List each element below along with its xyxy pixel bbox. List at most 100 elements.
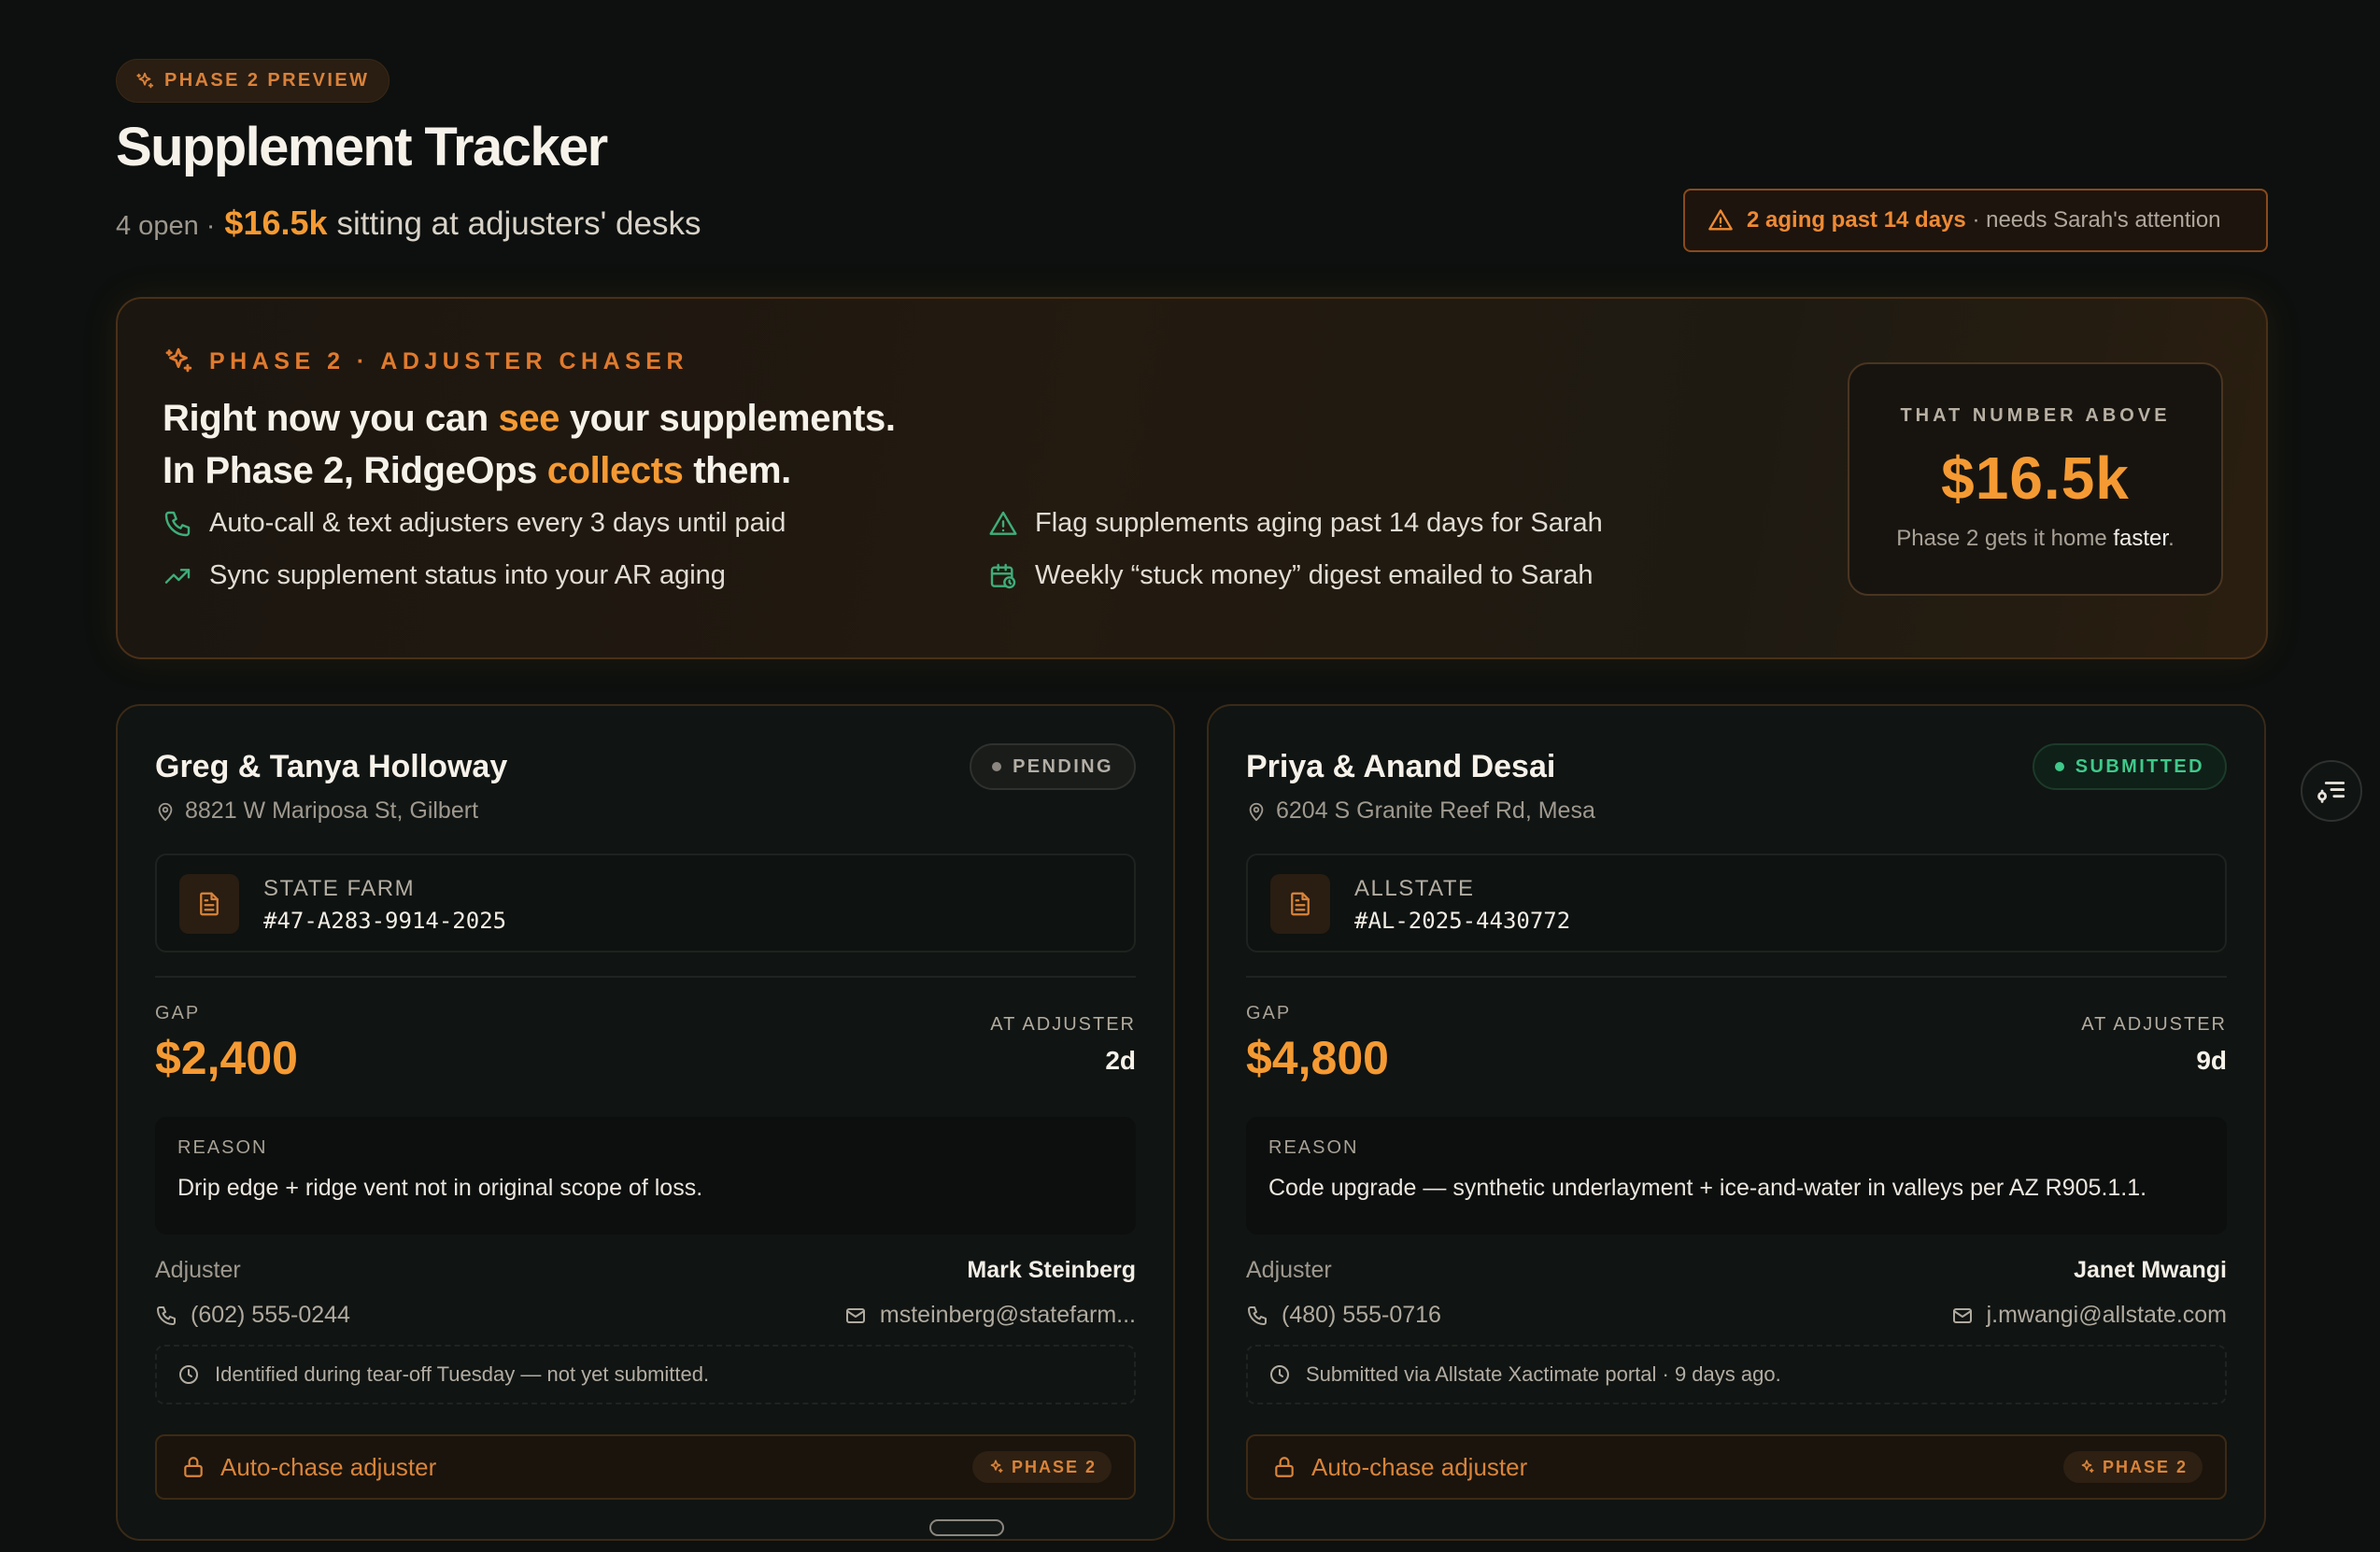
phase-preview-badge: PHASE 2 PREVIEW: [116, 59, 390, 103]
headline-text: your supplements.: [560, 398, 896, 439]
carrier-name: ALLSTATE: [1354, 876, 1475, 901]
hero-callout: THAT NUMBER ABOVE $16.5k Phase 2 gets it…: [1848, 362, 2223, 596]
adjuster-label: Adjuster: [1246, 1257, 1332, 1283]
open-count: 4 open ·: [116, 211, 216, 241]
filter-settings-icon: [2317, 782, 2345, 803]
adjuster-email[interactable]: msteinberg@statefarm...: [844, 1302, 1136, 1329]
status-note-text: Identified during tear-off Tuesday — not…: [215, 1362, 710, 1386]
phase-2-tag: PHASE 2: [971, 1451, 1112, 1483]
adjuster-phone[interactable]: (480) 555-0716: [1246, 1302, 1441, 1329]
document-icon: [200, 892, 219, 916]
callout-note-text: Phase 2 gets it home: [1896, 526, 2114, 551]
property-address: 8821 W Mariposa St, Gilbert: [155, 797, 478, 825]
headline-text: In Phase 2, RidgeOps: [163, 450, 547, 491]
feature-label: Flag supplements aging past 14 days for …: [1035, 508, 1603, 538]
status-label: SUBMITTED: [2075, 755, 2204, 777]
status-note: Submitted via Allstate Xactimate portal …: [1246, 1345, 2227, 1404]
scroll-handle[interactable]: [929, 1519, 1004, 1536]
status-dot: [992, 762, 1002, 771]
callout-label: THAT NUMBER ABOVE: [1900, 405, 2171, 426]
supplement-card[interactable]: Greg & Tanya Holloway 8821 W Mariposa St…: [116, 704, 1175, 1541]
address-text: 6204 S Granite Reef Rd, Mesa: [1276, 797, 1595, 824]
headline-line-2: In Phase 2, RidgeOps collects them.: [163, 444, 896, 497]
aging-alert-rest: · needs Sarah's attention: [1972, 207, 2221, 233]
gap-label: GAP: [155, 1003, 201, 1023]
trending-up-icon: [164, 568, 191, 584]
days-at-adjuster: 2d: [1105, 1046, 1136, 1075]
mail-icon: [1952, 1307, 1972, 1323]
address-text: 8821 W Mariposa St, Gilbert: [185, 797, 479, 824]
calendar-clock-icon: [990, 563, 1016, 588]
feature-flag-aging: Flag supplements aging past 14 days for …: [988, 508, 1603, 539]
adjuster-email[interactable]: j.mwangi@allstate.com: [1951, 1302, 2227, 1329]
aging-alert-text: 2 aging past 14 days · needs Sarah's att…: [1747, 207, 2221, 233]
divider: [1246, 976, 2227, 978]
callout-note-emphasis: faster: [2113, 526, 2169, 551]
claim-icon-wrap: [1270, 874, 1330, 934]
callout-value: $16.5k: [1941, 444, 2130, 512]
mail-icon: [845, 1307, 865, 1323]
reason-label: REASON: [177, 1137, 268, 1158]
lock-icon: [184, 1457, 203, 1477]
map-pin-icon: [158, 802, 173, 821]
outstanding-amount: $16.5k: [224, 204, 328, 242]
adjuster-name: Mark Steinberg: [967, 1257, 1136, 1283]
adjuster-name: Janet Mwangi: [2074, 1257, 2227, 1283]
outstanding-suffix: sitting at adjusters' desks: [336, 205, 701, 242]
divider: [155, 976, 1136, 978]
adjuster-label: Adjuster: [155, 1257, 241, 1283]
phone-icon: [164, 511, 191, 536]
hero-eyebrow: PHASE 2 · ADJUSTER CHASER: [163, 346, 688, 377]
feature-sync-status: Sync supplement status into your AR agin…: [163, 560, 726, 591]
phase2-hero-panel: PHASE 2 · ADJUSTER CHASER Right now you …: [116, 297, 2268, 659]
feature-label: Weekly “stuck money” digest emailed to S…: [1035, 560, 1594, 590]
feature-auto-call: Auto-call & text adjusters every 3 days …: [163, 508, 786, 539]
reason-text: Drip edge + ridge vent not in original s…: [177, 1175, 703, 1201]
phone-icon: [157, 1305, 176, 1325]
phase-2-tag-label: PHASE 2: [1011, 1457, 1097, 1476]
warning-triangle-icon: [1708, 209, 1733, 231]
aging-alert-strong: 2 aging past 14 days: [1747, 207, 1966, 233]
map-pin-icon: [1249, 802, 1264, 821]
feature-label: Sync supplement status into your AR agin…: [209, 560, 726, 590]
aging-alert[interactable]: 2 aging past 14 days · needs Sarah's att…: [1683, 189, 2268, 252]
headline-accent: see: [498, 398, 560, 439]
sparkle-icon: [165, 347, 192, 373]
carrier-name: STATE FARM: [263, 876, 416, 901]
gap-amount: $4,800: [1246, 1032, 1389, 1084]
headline-text: them.: [683, 450, 791, 491]
status-dot: [2054, 762, 2064, 771]
auto-chase-button[interactable]: Auto-chase adjuster PHASE 2: [155, 1434, 1136, 1500]
status-badge: PENDING: [970, 743, 1136, 790]
at-adjuster-label: AT ADJUSTER: [2081, 1014, 2227, 1035]
clock-icon: [179, 1365, 198, 1384]
email-address: msteinberg@statefarm...: [879, 1302, 1136, 1328]
gap-label: GAP: [1246, 1003, 1292, 1023]
at-adjuster-label: AT ADJUSTER: [990, 1014, 1136, 1035]
headline-accent: collects: [546, 450, 684, 491]
phone-number: (602) 555-0244: [191, 1302, 350, 1328]
sparkle-icon: [2081, 1460, 2094, 1474]
reason-box: REASON Code upgrade — synthetic underlay…: [1246, 1117, 2227, 1235]
headline-text: Right now you can: [163, 398, 499, 439]
lock-icon: [1275, 1457, 1294, 1477]
auto-chase-label: Auto-chase adjuster: [220, 1452, 437, 1481]
hero-headline: Right now you can see your supplements. …: [163, 392, 896, 497]
phone-icon: [1248, 1305, 1267, 1325]
adjuster-phone[interactable]: (602) 555-0244: [155, 1302, 350, 1329]
callout-note-text: .: [2168, 526, 2175, 551]
feature-weekly-digest: Weekly “stuck money” digest emailed to S…: [988, 560, 1593, 591]
phone-number: (480) 555-0716: [1282, 1302, 1441, 1328]
headline-line-1: Right now you can see your supplements.: [163, 392, 896, 444]
reason-label: REASON: [1268, 1137, 1359, 1158]
auto-chase-button[interactable]: Auto-chase adjuster PHASE 2: [1246, 1434, 2227, 1500]
summary-line: 4 open · $16.5k sitting at adjusters' de…: [116, 204, 701, 243]
claim-info: ALLSTATE #AL-2025-4430772: [1246, 854, 2227, 952]
supplement-card[interactable]: Priya & Anand Desai 6204 S Granite Reef …: [1207, 704, 2266, 1541]
property-address: 6204 S Granite Reef Rd, Mesa: [1246, 797, 1595, 825]
filter-settings-button[interactable]: [2301, 760, 2362, 822]
email-address: j.mwangi@allstate.com: [1986, 1302, 2227, 1328]
gap-amount: $2,400: [155, 1032, 298, 1084]
claim-info: STATE FARM #47-A283-9914-2025: [155, 854, 1136, 952]
phase-preview-label: PHASE 2 PREVIEW: [164, 70, 370, 91]
